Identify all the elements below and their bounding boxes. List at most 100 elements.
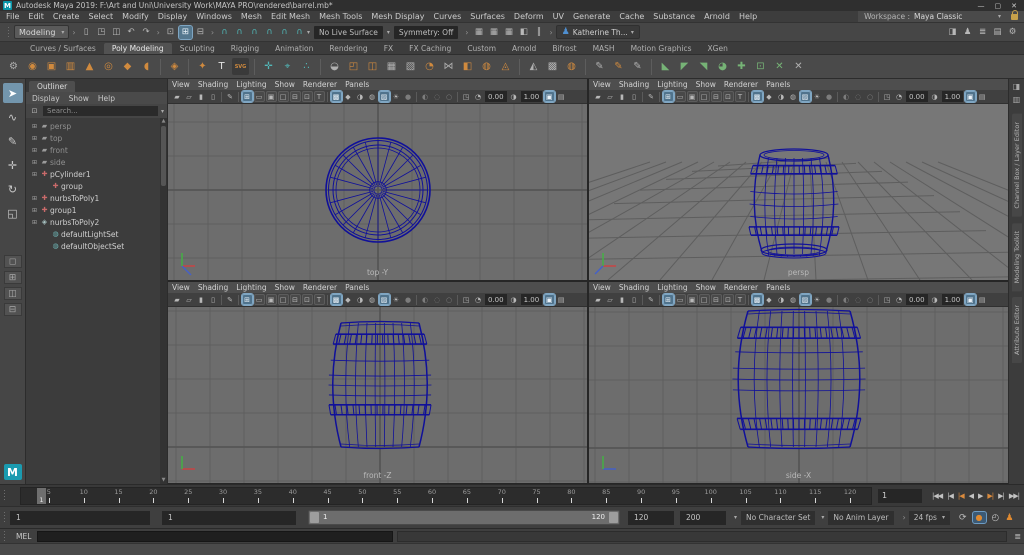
shelf-tab-xgen[interactable]: XGen <box>700 43 736 54</box>
outliner-item-nurbsToPoly1[interactable]: ⊞ ✚ nurbsToPoly1 <box>26 192 167 204</box>
use-all-lights-icon[interactable]: ☀ <box>391 91 402 102</box>
grease-pencil-icon[interactable]: ✎ <box>225 294 236 305</box>
rotate-tool[interactable]: ↻ <box>3 179 23 199</box>
menu-select[interactable]: Select <box>88 12 113 21</box>
gamma-field[interactable]: 1.00 <box>520 294 543 305</box>
poly-cube-icon[interactable]: ▣ <box>43 58 60 75</box>
select-component-icon[interactable]: ⊟ <box>194 26 207 39</box>
gamma-icon[interactable]: ◑ <box>929 294 940 305</box>
shelf-gear-icon[interactable]: ⚙ <box>5 58 22 75</box>
viewport-menu-lighting[interactable]: Lighting <box>236 283 266 292</box>
gamma-icon[interactable]: ◑ <box>508 294 519 305</box>
shelf-tab-rendering[interactable]: Rendering <box>321 43 375 54</box>
bookmarks-icon[interactable]: ▯ <box>629 91 640 102</box>
menu-edit-mesh[interactable]: Edit Mesh <box>271 12 310 21</box>
view-transform-icon[interactable]: ▣ <box>542 90 556 103</box>
snapshot-icon[interactable]: ▤ <box>977 294 988 305</box>
viewport-menu-lighting[interactable]: Lighting <box>657 283 687 292</box>
ambient-occlusion-icon[interactable]: ◐ <box>420 294 431 305</box>
viewport-canvas-front[interactable]: front -Z <box>168 307 587 483</box>
remesh-icon[interactable]: ◍ <box>478 58 495 75</box>
exposure-icon[interactable]: ◔ <box>894 91 905 102</box>
menu-edit[interactable]: Edit <box>28 12 44 21</box>
script-editor-icon[interactable]: ≣ <box>1014 532 1021 541</box>
viewport-canvas-top[interactable]: top -Y <box>168 104 587 280</box>
snapshot-icon[interactable]: ▤ <box>556 91 567 102</box>
camera-attributes-icon[interactable]: ▮ <box>617 294 628 305</box>
textured-display-icon[interactable]: □ <box>277 91 289 102</box>
hypershade-view-icon[interactable]: T <box>734 91 746 102</box>
viewport-menu-renderer[interactable]: Renderer <box>303 80 337 89</box>
hypershade-view-icon[interactable]: T <box>734 294 746 305</box>
exposure-field[interactable]: 0.00 <box>906 294 928 305</box>
outliner-item-front[interactable]: ⊞ ▰ front <box>26 144 167 156</box>
hypershade-view-icon[interactable]: T <box>313 91 325 102</box>
smooth-mesh-preview-icon[interactable]: ◍ <box>563 58 580 75</box>
scale-tool[interactable]: ◱ <box>3 203 23 223</box>
expand-toggle-icon[interactable]: ⊞ <box>30 147 39 154</box>
textured-mode-icon[interactable]: ◍ <box>788 294 799 305</box>
menu-help[interactable]: Help <box>739 12 757 21</box>
exposure-field[interactable]: 0.00 <box>485 294 507 305</box>
shelf-tab-mash[interactable]: MASH <box>585 43 623 54</box>
split-view-icon[interactable]: ⊟ <box>710 294 722 305</box>
bevel-icon[interactable]: ◣ <box>657 58 674 75</box>
outliner-split-icon[interactable]: ⊡ <box>722 91 734 102</box>
shaded-display-icon[interactable]: ▣ <box>265 91 277 102</box>
range-start-handle[interactable] <box>310 512 319 523</box>
snapshot-icon[interactable]: ▤ <box>977 91 988 102</box>
playback-start-field[interactable]: 1 <box>162 510 296 525</box>
use-all-lights-icon[interactable]: ☀ <box>812 91 823 102</box>
viewport-menu-renderer[interactable]: Renderer <box>303 283 337 292</box>
extrude-icon[interactable]: ◥ <box>695 58 712 75</box>
four-view-layout-icon[interactable]: ⊞ <box>661 90 675 103</box>
multi-cut-icon[interactable]: ✚ <box>733 58 750 75</box>
material-mode-icon[interactable]: ◑ <box>776 91 787 102</box>
paint-select-tool[interactable]: ✎ <box>3 131 23 151</box>
cv-curve-icon[interactable]: ✎ <box>591 58 608 75</box>
textured-display-icon[interactable]: □ <box>277 294 289 305</box>
menu-file[interactable]: File <box>6 12 19 21</box>
anti-aliasing-icon[interactable]: ○ <box>444 294 455 305</box>
menu-windows[interactable]: Windows <box>196 12 232 21</box>
material-mode-icon[interactable]: ◑ <box>355 91 366 102</box>
camera-attributes-icon[interactable]: ▮ <box>196 294 207 305</box>
view-transform-icon[interactable]: ▣ <box>542 293 556 306</box>
bridge-icon[interactable]: ◤ <box>676 58 693 75</box>
shelf-tab-arnold[interactable]: Arnold <box>504 43 544 54</box>
playback-end-field[interactable]: 120 <box>628 510 674 525</box>
sidebar-tab-channel-box-layer-editor[interactable]: Channel Box / Layer Editor <box>1011 114 1022 217</box>
outliner-menu-display[interactable]: Display <box>32 94 60 103</box>
four-view-layout-icon[interactable]: ⊞ <box>240 293 254 306</box>
chevron-down-icon[interactable]: ▾ <box>387 29 390 36</box>
character-set-selector[interactable]: No Character Set <box>741 510 816 525</box>
motion-blur-icon[interactable]: ◌ <box>853 294 864 305</box>
show-modeling-toolkit-icon[interactable]: ⚙ <box>1006 26 1019 39</box>
target-weld-icon[interactable]: ⊡ <box>752 58 769 75</box>
poly-cylinder-icon[interactable]: ▥ <box>62 58 79 75</box>
show-attribute-editor-icon[interactable]: ◨ <box>946 26 959 39</box>
viewport-menu-panels[interactable]: Panels <box>345 283 369 292</box>
drag-handle[interactable] <box>3 489 7 502</box>
select-tool[interactable]: ➤ <box>2 83 23 103</box>
shadows-icon[interactable]: ● <box>403 294 414 305</box>
render-settings-icon[interactable]: ▦ <box>502 26 515 39</box>
menu-mesh[interactable]: Mesh <box>241 12 262 21</box>
pin-panel-icon[interactable]: ▥ <box>1013 95 1021 108</box>
anim-layer-selector[interactable]: No Anim Layer <box>828 510 894 525</box>
viewport-menu-shading[interactable]: Shading <box>619 283 649 292</box>
create-polygon-icon[interactable]: ✦ <box>194 58 211 75</box>
poly-cone-icon[interactable]: ▲ <box>81 58 98 75</box>
chevron-down-icon[interactable]: ▾ <box>307 29 310 36</box>
viewport-menu-shading[interactable]: Shading <box>198 283 228 292</box>
layout-single-pane[interactable]: ◻ <box>3 255 22 268</box>
retopologize-icon[interactable]: ◬ <box>497 58 514 75</box>
viewport-menu-panels[interactable]: Panels <box>766 80 790 89</box>
shaded-mode-icon[interactable]: ◆ <box>764 294 775 305</box>
shelf-tab-fx[interactable]: FX <box>376 43 401 54</box>
menu-display[interactable]: Display <box>158 12 188 21</box>
show-channel-box-icon[interactable]: ≣ <box>976 26 989 39</box>
snapshot-icon[interactable]: ▤ <box>556 294 567 305</box>
wireframe-mode-icon[interactable]: ▩ <box>329 293 343 306</box>
chevron-down-icon[interactable]: ▾ <box>631 29 634 36</box>
